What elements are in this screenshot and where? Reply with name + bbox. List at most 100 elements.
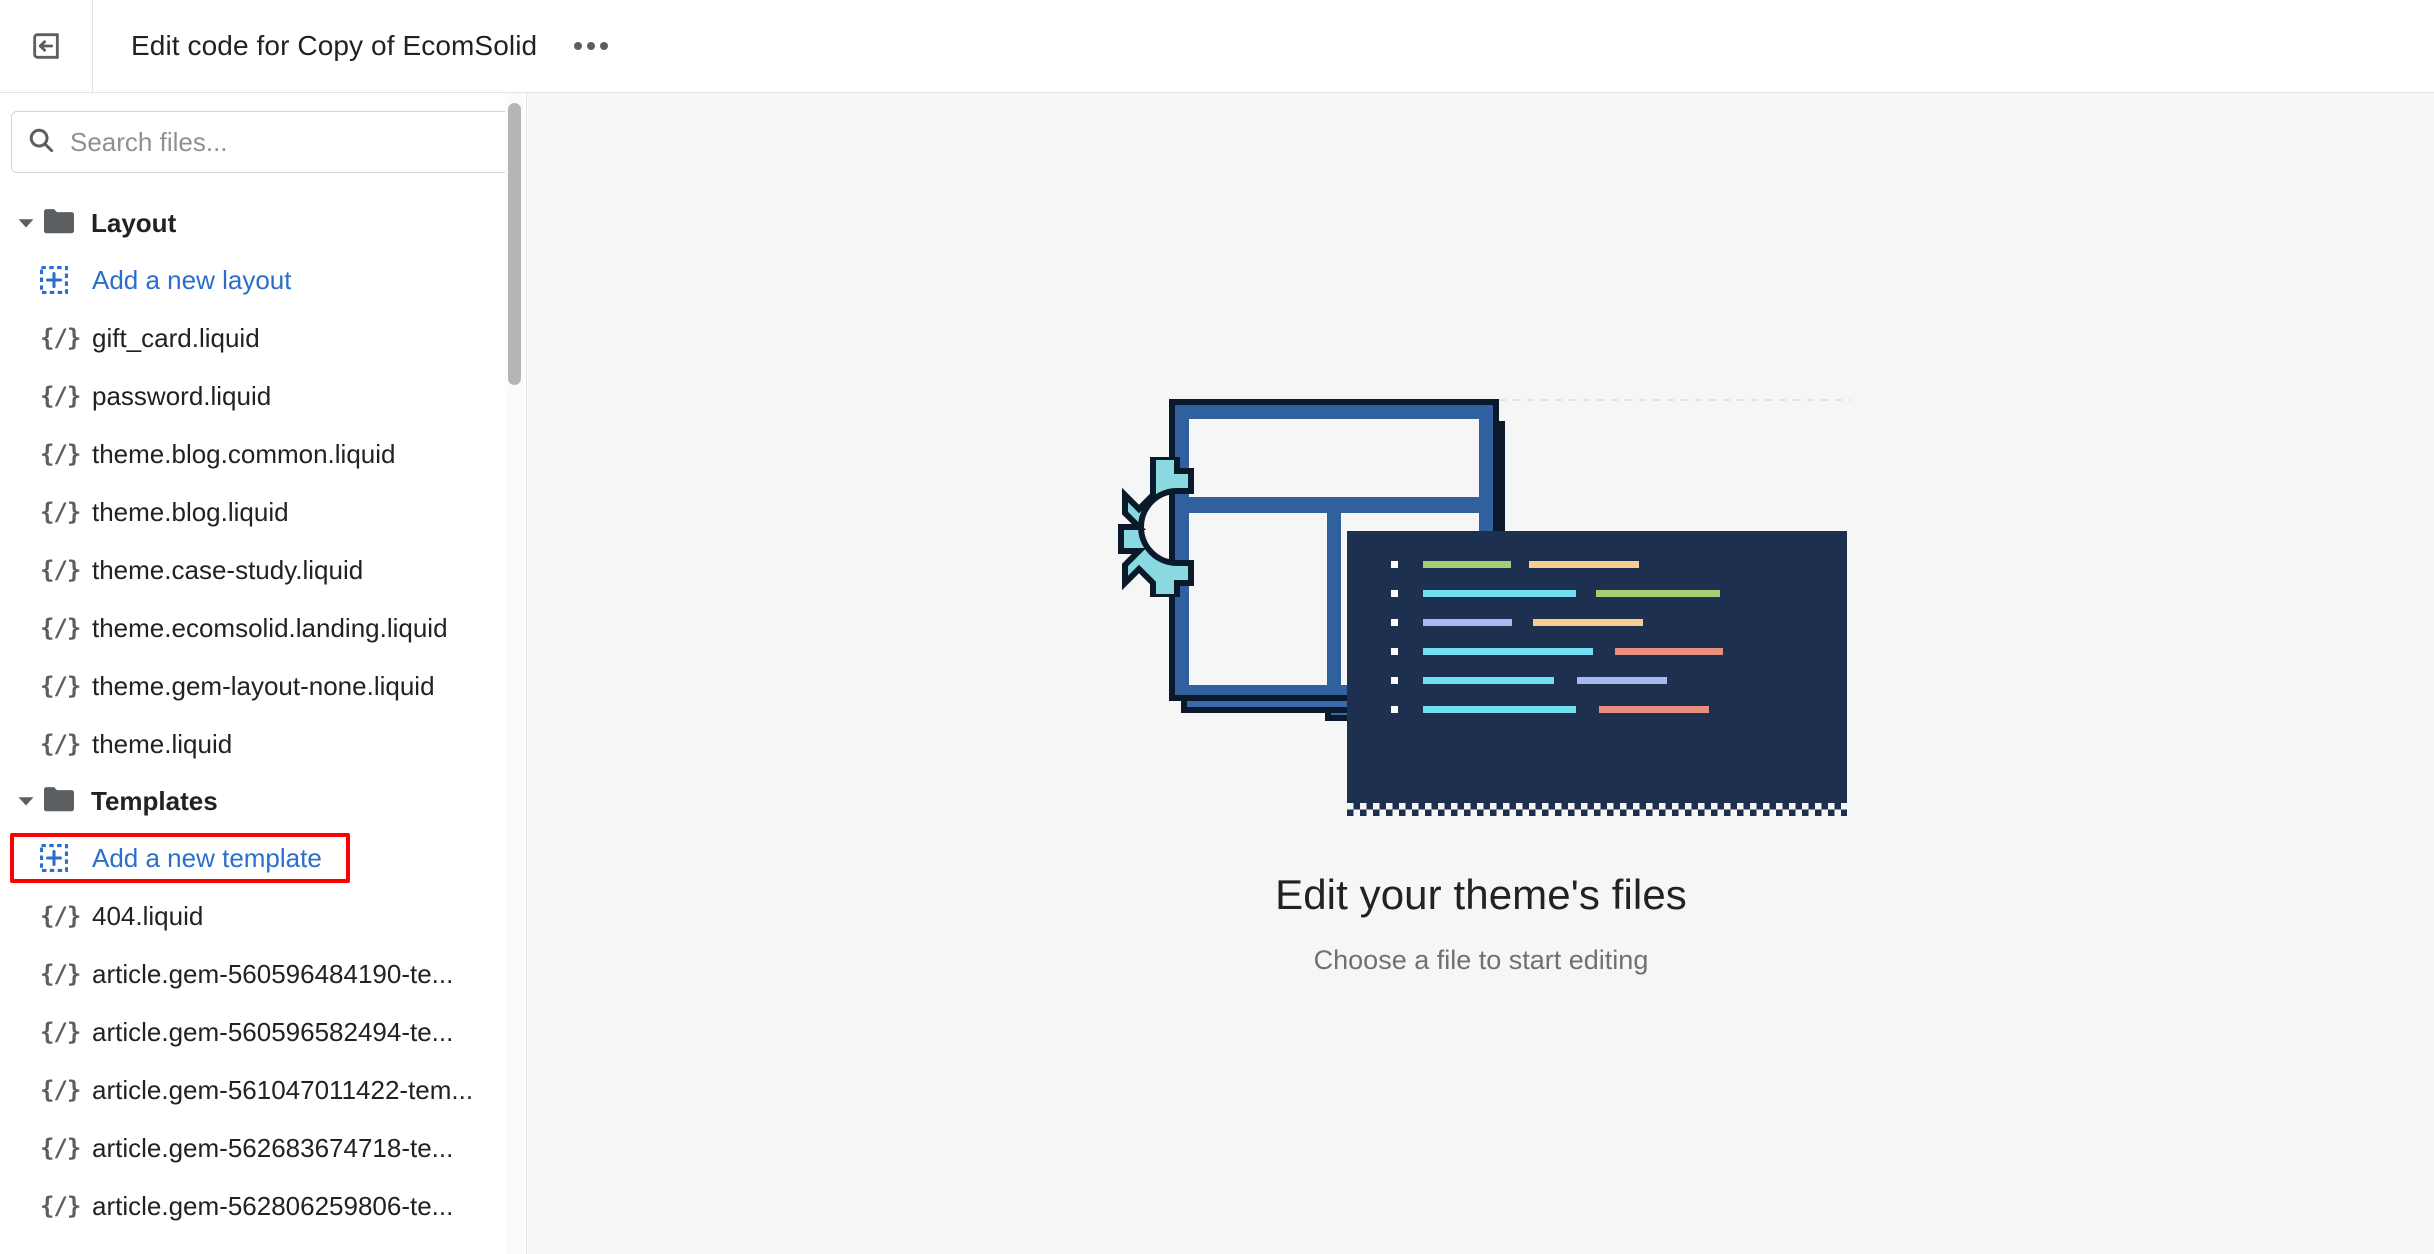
- file-name: article.gem-561047011422-tem...: [92, 1074, 474, 1105]
- file-item[interactable]: {/} article.gem-560596582494-te...: [0, 1003, 526, 1061]
- file-item[interactable]: {/} article.gem-560596484190-te...: [0, 945, 526, 1003]
- liquid-file-icon: {/}: [40, 672, 81, 700]
- chevron-down-icon[interactable]: [14, 211, 38, 235]
- gear-icon: [1111, 454, 1219, 600]
- liquid-file-icon: {/}: [40, 614, 81, 642]
- liquid-file-icon: {/}: [40, 1134, 81, 1162]
- illustration-code-row: [1391, 561, 1847, 568]
- more-actions-button[interactable]: [565, 20, 617, 72]
- liquid-file-icon: {/}: [40, 730, 81, 758]
- chevron-down-icon[interactable]: [14, 789, 38, 813]
- illustration-checker-edge: [1347, 803, 1847, 816]
- add-new-template-label: Add a new template: [92, 842, 322, 873]
- folder-label: Layout: [91, 207, 177, 238]
- add-new-layout-item[interactable]: Add a new layout: [0, 251, 526, 309]
- folder-label: Templates: [91, 785, 218, 816]
- sidebar-scrollbar-thumb[interactable]: [508, 103, 521, 385]
- illustration-code-bar: [1529, 561, 1639, 568]
- illustration-code-bullet: [1391, 561, 1398, 568]
- exit-back-icon: [29, 29, 63, 63]
- illustration-code-bar: [1423, 677, 1554, 684]
- folder-templates[interactable]: Templates: [0, 773, 526, 829]
- app-header: Edit code for Copy of EcomSolid: [0, 0, 2434, 93]
- file-name: 404.liquid: [92, 900, 204, 931]
- file-name: theme.liquid: [92, 728, 233, 759]
- illustration-code-bar: [1615, 648, 1723, 655]
- liquid-file-icon: {/}: [40, 440, 81, 468]
- illustration-page-header-block: [1189, 419, 1479, 497]
- liquid-file-icon: {/}: [40, 1018, 81, 1046]
- file-name: password.liquid: [92, 380, 272, 411]
- illustration-code-bullet: [1391, 706, 1398, 713]
- illustration-code-bar: [1423, 706, 1576, 713]
- file-item[interactable]: {/} gift_card.liquid: [0, 309, 526, 367]
- search-container: [0, 93, 526, 173]
- file-tree-sidebar: Layout Add a new layout {/} gift_card.li…: [0, 93, 527, 1254]
- illustration-code-rows: [1347, 531, 1847, 713]
- dot-3: [600, 42, 609, 50]
- folder-icon: [44, 208, 74, 239]
- file-name: theme.gem-layout-none.liquid: [92, 670, 435, 701]
- add-square-icon: [40, 844, 78, 872]
- liquid-file-icon: {/}: [40, 960, 81, 988]
- liquid-file-icon: {/}: [40, 902, 81, 930]
- file-item[interactable]: {/} article.gem-561047011422-tem...: [0, 1061, 526, 1119]
- file-item[interactable]: {/} theme.liquid: [0, 715, 526, 773]
- illustration-code-bar: [1423, 590, 1576, 597]
- liquid-file-icon: {/}: [40, 324, 81, 352]
- illustration-code-panel: [1347, 531, 1847, 803]
- add-new-template-item[interactable]: Add a new template: [0, 829, 526, 887]
- file-name: article.gem-562806259806-te...: [92, 1190, 454, 1221]
- liquid-file-icon: {/}: [40, 498, 81, 526]
- file-item[interactable]: {/} password.liquid: [0, 367, 526, 425]
- empty-state-subtitle: Choose a file to start editing: [1313, 945, 1649, 975]
- file-item[interactable]: {/} article.gem-562683674718-te...: [0, 1119, 526, 1177]
- search-input[interactable]: [68, 112, 500, 172]
- file-item[interactable]: {/} 404.liquid: [0, 887, 526, 945]
- illustration-dashed-line: [1471, 399, 1851, 401]
- illustration-code-bar: [1423, 619, 1512, 626]
- illustration-code-bar: [1599, 706, 1709, 713]
- illustration-code-bullet: [1391, 619, 1398, 626]
- file-tree: Layout Add a new layout {/} gift_card.li…: [0, 173, 526, 1235]
- illustration-code-bar: [1577, 677, 1667, 684]
- file-name: article.gem-562683674718-te...: [92, 1132, 454, 1163]
- back-button[interactable]: [0, 0, 93, 92]
- file-name: theme.ecomsolid.landing.liquid: [92, 612, 448, 643]
- file-name: article.gem-560596582494-te...: [92, 1016, 454, 1047]
- illustration-code-bullet: [1391, 648, 1398, 655]
- illustration-code-bar: [1533, 619, 1643, 626]
- file-item[interactable]: {/} theme.blog.liquid: [0, 483, 526, 541]
- file-item[interactable]: {/} theme.case-study.liquid: [0, 541, 526, 599]
- search-icon: [26, 125, 56, 160]
- file-item[interactable]: {/} article.gem-562806259806-te...: [0, 1177, 526, 1235]
- liquid-file-icon: {/}: [40, 382, 81, 410]
- file-name: theme.case-study.liquid: [92, 554, 364, 585]
- illustration-code-row: [1391, 677, 1847, 684]
- file-item[interactable]: {/} theme.gem-layout-none.liquid: [0, 657, 526, 715]
- file-item[interactable]: {/} theme.blog.common.liquid: [0, 425, 526, 483]
- file-name: theme.blog.liquid: [92, 496, 289, 527]
- illustration-code-row: [1391, 619, 1847, 626]
- file-name: theme.blog.common.liquid: [92, 438, 396, 469]
- liquid-file-icon: {/}: [40, 1192, 81, 1220]
- add-square-icon: [40, 266, 78, 294]
- theme-files-illustration: [1111, 393, 1851, 843]
- add-new-layout-label: Add a new layout: [92, 264, 292, 295]
- liquid-file-icon: {/}: [40, 1076, 81, 1104]
- editor-main-panel: Edit your theme's files Choose a file to…: [528, 93, 2434, 1254]
- illustration-code-row: [1391, 648, 1847, 655]
- folder-icon: [44, 786, 74, 817]
- illustration-code-bullet: [1391, 590, 1398, 597]
- file-item[interactable]: {/} theme.ecomsolid.landing.liquid: [0, 599, 526, 657]
- illustration-code-bar: [1423, 648, 1593, 655]
- illustration-code-row: [1391, 706, 1847, 713]
- dot-2: [587, 42, 596, 50]
- page-title: Edit code for Copy of EcomSolid: [131, 30, 538, 61]
- folder-layout[interactable]: Layout: [0, 195, 526, 251]
- dot-1: [574, 42, 583, 50]
- search-files-box[interactable]: [11, 111, 515, 173]
- file-name: gift_card.liquid: [92, 322, 260, 353]
- sidebar-scrollbar-track[interactable]: [505, 93, 523, 1254]
- file-name: article.gem-560596484190-te...: [92, 958, 454, 989]
